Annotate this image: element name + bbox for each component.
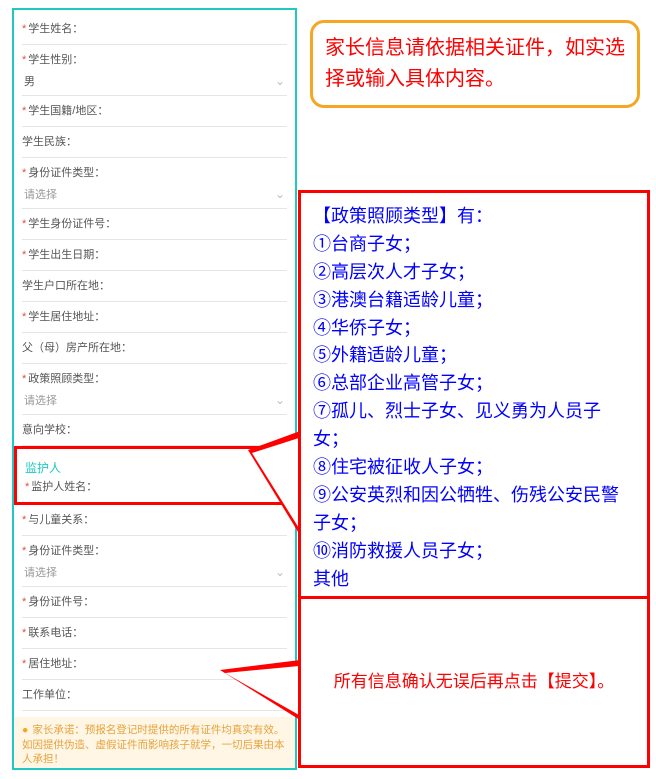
field-address[interactable]: *学生居住地址： [22,302,287,333]
label: 学生居住地址： [28,311,105,323]
select-placeholder: 请选择 [24,564,57,580]
policy-item: ④华侨子女； [313,315,635,343]
policy-item: 其他 [313,566,635,594]
field-student-name[interactable]: *学生姓名： [22,14,287,45]
select-placeholder: 请选择 [24,186,57,202]
submit-confirm-text: 所有信息确认无误后再点击【提交】。 [334,669,615,695]
label: 居住地址： [28,658,83,670]
policy-item: ①台商子女； [313,231,635,259]
label: 学生出生日期： [28,249,105,261]
policy-item: ⑨公安英烈和因公牺牲、伤残公安民警子女； [313,482,635,538]
notice-text: 家长承诺：预报名登记时提供的所有证件均真实有效。如因提供伪造、虚假证件而影响孩子… [22,724,285,765]
callout-arrow [220,660,300,720]
select-placeholder: 请选择 [24,392,57,408]
policy-header: 【政策照顾类型】有： [313,203,635,231]
label: 联系电话： [28,627,83,639]
field-ethnic[interactable]: 学生民族： [22,127,287,158]
field-hukou[interactable]: 学生户口所在地： [22,271,287,302]
label: 学生户口所在地： [22,280,110,292]
chevron-down-icon: ⌄ [275,393,285,407]
policy-item: ②高层次人才子女； [313,259,635,287]
label: 学生民族： [22,136,77,148]
policy-item: ⑦孤儿、烈士子女、见义勇为人员子女； [313,398,635,454]
label[interactable]: 监护人姓名： [31,481,97,493]
label: 政策照顾类型： [28,373,105,385]
policy-item: ⑩消防救援人员子女； [313,538,635,566]
callout-policy-types: 【政策照顾类型】有： ①台商子女； ②高层次人才子女； ③港澳台籍适龄儿童； ④… [298,190,650,606]
policy-item: ⑤外籍适龄儿童； [313,342,635,370]
policy-item: ⑥总部企业高管子女； [313,370,635,398]
field-student-gender[interactable]: *学生性别： 男⌄ [22,45,287,96]
warning-icon: ● [22,724,28,736]
policy-item: ③港澳台籍适龄儿童； [313,287,635,315]
label: 学生姓名： [28,23,83,35]
field-policy-type[interactable]: *政策照顾类型： 请选择⌄ [22,364,287,415]
label: 身份证件类型： [28,167,105,179]
form-body: *学生姓名： *学生性别： 男⌄ *学生国籍/地区： 学生民族： *身份证件类型… [14,10,295,770]
chevron-down-icon: ⌄ [275,187,285,201]
label: 工作单位： [22,689,77,701]
label: 身份证件类型： [28,545,105,557]
policy-item: ⑧住宅被征收人子女； [313,454,635,482]
callout-guardian-info: 家长信息请依据相关证件，如实选择或输入具体内容。 [310,20,640,108]
guardian-header: 监护人 [25,453,284,478]
callout-arrow [248,430,303,540]
label: 学生国籍/地区： [28,105,108,117]
gender-value: 男 [24,73,35,89]
field-g-idno[interactable]: *身份证件号： [22,587,287,618]
parent-notice: ●家长承诺：预报名登记时提供的所有证件均真实有效。如因提供伪造、虚假证件而影响孩… [14,717,295,770]
label: 学生性别： [28,54,83,66]
field-birth[interactable]: *学生出生日期： [22,240,287,271]
field-g-idtype[interactable]: *身份证件类型： 请选择⌄ [22,536,287,587]
label: 意向学校： [22,424,77,436]
chevron-down-icon: ⌄ [275,565,285,579]
field-idtype[interactable]: *身份证件类型： 请选择⌄ [22,158,287,209]
field-g-phone[interactable]: *联系电话： [22,618,287,649]
field-nationality[interactable]: *学生国籍/地区： [22,96,287,127]
field-property[interactable]: 父（母）房产所在地： [22,333,287,364]
field-idno[interactable]: *学生身份证件号： [22,209,287,240]
label: 身份证件号： [28,596,94,608]
label: 学生身份证件号： [28,218,116,230]
chevron-down-icon: ⌄ [275,74,285,88]
label: 父（母）房产所在地： [22,342,132,354]
label: 与儿童关系： [28,514,94,526]
mobile-form-frame: *学生姓名： *学生性别： 男⌄ *学生国籍/地区： 学生民族： *身份证件类型… [12,8,297,770]
callout-submit-confirm: 所有信息确认无误后再点击【提交】。 [298,596,650,768]
